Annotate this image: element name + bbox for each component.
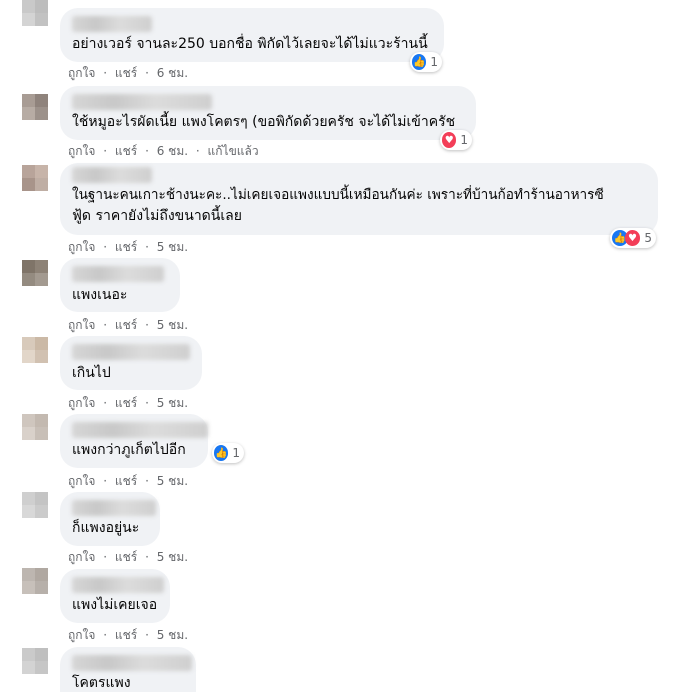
comment-actions: ถูกใจ · แชร์ · 5 ชม. [68,472,192,491]
avatar[interactable] [22,94,48,120]
comment-bubble: โคตรแพง [60,647,196,692]
commenter-name[interactable] [72,344,190,360]
avatar[interactable] [22,414,48,440]
comment-text: แพงกว่าภูเก็ตไปอีก [72,442,186,458]
comment-actions: ถูกใจ · แชร์ · 5 ชม. [68,394,192,413]
comment-text: ก็แพงอยู่นะ [72,520,140,536]
avatar[interactable] [22,337,48,363]
timestamp[interactable]: 6 ชม. [157,64,188,83]
share-link[interactable]: แชร์ [115,548,137,567]
like-link[interactable]: ถูกใจ [68,64,95,83]
comment-actions: ถูกใจ · แชร์ · 5 ชม. [68,238,192,257]
comment-text: อย่างเวอร์ จานละ250 บอกชื่อ พิกัดไว้เลยจ… [72,36,428,52]
share-link[interactable]: แชร์ [115,64,137,83]
share-link[interactable]: แชร์ [115,472,137,491]
comment-actions: ถูกใจ · แชร์ · 5 ชม. [68,626,192,645]
avatar[interactable] [22,568,48,594]
comment-bubble: อย่างเวอร์ จานละ250 บอกชื่อ พิกัดไว้เลยจ… [60,8,444,62]
commenter-name[interactable] [72,655,192,671]
timestamp[interactable]: 5 ชม. [157,316,188,335]
timestamp[interactable]: 5 ชม. [157,472,188,491]
avatar[interactable] [22,0,48,26]
comment-text: แพงไม่เคยเจอ [72,597,158,613]
like-link[interactable]: ถูกใจ [68,316,95,335]
timestamp[interactable]: 5 ชม. [157,238,188,257]
thumbs-up-icon: 👍 [412,54,427,70]
comment-text: เกินไป [72,365,111,381]
like-link[interactable]: ถูกใจ [68,142,95,161]
comment-text: แพงเนอะ [72,287,128,303]
reaction-summary[interactable]: 👍 1 [410,52,442,72]
avatar[interactable] [22,165,48,191]
comment-actions: ถูกใจ · แชร์ · 5 ชม. [68,316,192,335]
like-link[interactable]: ถูกใจ [68,548,95,567]
commenter-name[interactable] [72,577,164,593]
comment-actions: ถูกใจ · แชร์ · 6 ชม. [68,64,192,83]
share-link[interactable]: แชร์ [115,626,137,645]
thumbs-up-icon: 👍 [214,445,229,461]
commenter-name[interactable] [72,422,208,438]
timestamp[interactable]: 5 ชม. [157,626,188,645]
commenter-name[interactable] [72,16,152,32]
comment-text-line: ฟู้ด ราคายังไม่ถึงขนาดนี้เลย [72,208,242,224]
like-link[interactable]: ถูกใจ [68,472,95,491]
commenter-name[interactable] [72,500,156,516]
reaction-summary[interactable]: 👍 1 [212,443,244,463]
comment-bubble: เกินไป [60,336,202,390]
comment-bubble: แพงไม่เคยเจอ [60,569,170,623]
share-link[interactable]: แชร์ [115,238,137,257]
commenter-name[interactable] [72,266,164,282]
reaction-summary[interactable]: ♥ 1 [440,130,472,150]
comment-bubble: แพงกว่าภูเก็ตไปอีก [60,414,208,468]
comment-text: โคตรแพง [72,675,131,691]
share-link[interactable]: แชร์ [115,142,137,161]
comment-bubble: แพงเนอะ [60,258,180,312]
like-link[interactable]: ถูกใจ [68,394,95,413]
commenter-name[interactable] [72,167,152,183]
comment-bubble: ใช้หมูอะไรผัดเนี้ย แพงโคตรๆ (ขอพิกัดด้วย… [60,86,476,140]
reaction-summary[interactable]: 👍 ♥ 5 [610,228,656,248]
avatar[interactable] [22,492,48,518]
timestamp[interactable]: 5 ชม. [157,548,188,567]
share-link[interactable]: แชร์ [115,316,137,335]
like-link[interactable]: ถูกใจ [68,238,95,257]
timestamp[interactable]: 6 ชม. [157,142,188,161]
avatar[interactable] [22,260,48,286]
comment-actions: ถูกใจ · แชร์ · 6 ชม. · แก้ไขแล้ว [68,142,263,161]
comment-actions: ถูกใจ · แชร์ · 5 ชม. [68,548,192,567]
commenter-name[interactable] [72,94,212,110]
comment-bubble: ในฐานะคนเกาะช้างนะคะ..ไม่เคยเจอแพงแบบนี้… [60,163,658,235]
comment-text-line: ในฐานะคนเกาะช้างนะคะ..ไม่เคยเจอแพงแบบนี้… [72,187,604,203]
share-link[interactable]: แชร์ [115,394,137,413]
edited-label[interactable]: แก้ไขแล้ว [208,142,259,161]
avatar[interactable] [22,648,48,674]
comment-text: ใช้หมูอะไรผัดเนี้ย แพงโคตรๆ (ขอพิกัดด้วย… [72,114,456,130]
like-link[interactable]: ถูกใจ [68,626,95,645]
heart-icon: ♥ [442,132,457,148]
timestamp[interactable]: 5 ชม. [157,394,188,413]
heart-icon: ♥ [624,230,641,246]
comment-bubble: ก็แพงอยู่นะ [60,492,160,546]
